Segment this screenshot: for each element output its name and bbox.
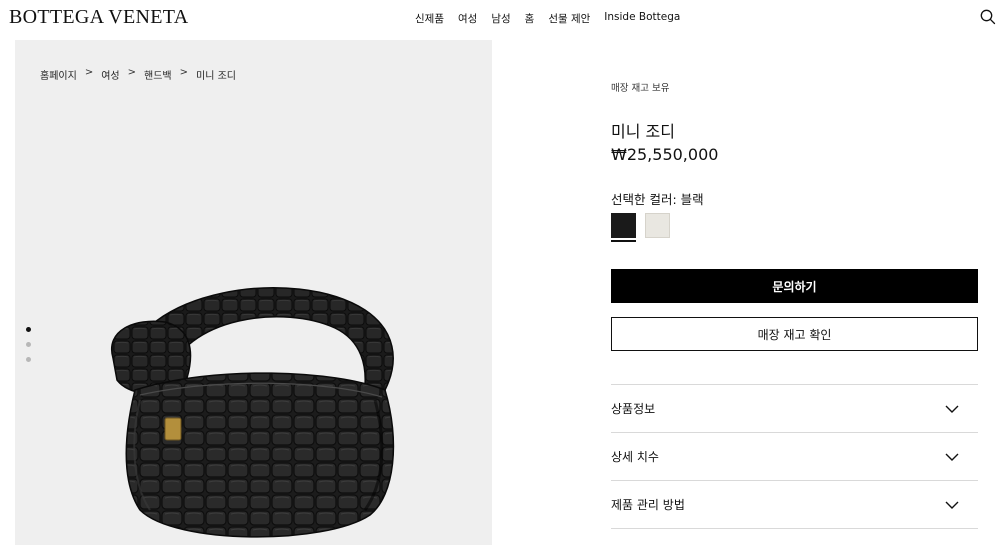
nav-item-inside-bottega[interactable]: Inside Bottega [604, 11, 680, 26]
breadcrumb-separator: > [84, 67, 94, 78]
breadcrumb-home[interactable]: 홈페이지 [40, 67, 77, 82]
breadcrumb-handbags[interactable]: 핸드백 [144, 67, 172, 82]
nav-item-home[interactable]: 홈 [525, 11, 535, 26]
nav-item-new[interactable]: 신제품 [415, 11, 444, 26]
gallery-dot-2[interactable] [26, 342, 31, 347]
chevron-down-icon [945, 453, 959, 461]
breadcrumb: 홈페이지 > 여성 > 핸드백 > 미니 조디 [40, 67, 236, 82]
nav-item-men[interactable]: 남성 [491, 11, 510, 26]
main-nav: 신제품 여성 남성 홈 선물 제안 Inside Bottega [415, 11, 680, 26]
accordion-dimensions[interactable]: 상세 치수 [611, 433, 978, 481]
brand-logo[interactable]: BOTTEGA VENETA [9, 6, 188, 29]
inquire-button[interactable]: 문의하기 [611, 269, 978, 303]
product-title: 미니 조디 [611, 122, 675, 141]
breadcrumb-separator: > [127, 67, 136, 78]
product-gallery: 홈페이지 > 여성 > 핸드백 > 미니 조디 [15, 40, 492, 545]
accordion-care[interactable]: 제품 관리 방법 [611, 481, 978, 529]
accordion-label: 상세 치수 [611, 450, 659, 464]
swatch-black[interactable] [611, 213, 636, 242]
color-swatches [611, 213, 670, 242]
accordion-product-info[interactable]: 상품정보 [611, 385, 978, 433]
gallery-pagination [26, 327, 31, 362]
selected-color-label: 선택한 컬러: 블랙 [611, 192, 704, 207]
check-store-stock-button[interactable]: 매장 재고 확인 [611, 317, 978, 351]
product-price: ₩25,550,000 [611, 145, 719, 164]
stock-availability-note: 매장 재고 보유 [611, 83, 670, 94]
nav-item-gifts[interactable]: 선물 제안 [548, 11, 590, 26]
product-details-accordion: 상품정보 상세 치수 제품 관리 방법 [611, 384, 978, 529]
accordion-label: 제품 관리 방법 [611, 498, 685, 512]
swatch-white[interactable] [645, 213, 670, 238]
chevron-down-icon [945, 501, 959, 509]
chevron-down-icon [945, 405, 959, 413]
gallery-dot-1[interactable] [26, 327, 31, 332]
accordion-label: 상품정보 [611, 402, 656, 416]
nav-item-women[interactable]: 여성 [458, 11, 477, 26]
breadcrumb-current: 미니 조디 [196, 71, 236, 82]
breadcrumb-women[interactable]: 여성 [101, 67, 119, 82]
product-image [110, 287, 395, 538]
search-icon[interactable] [979, 8, 997, 26]
gallery-dot-3[interactable] [26, 357, 31, 362]
site-header: BOTTEGA VENETA 신제품 여성 남성 홈 선물 제안 Inside … [0, 0, 1000, 38]
breadcrumb-separator: > [179, 67, 188, 78]
